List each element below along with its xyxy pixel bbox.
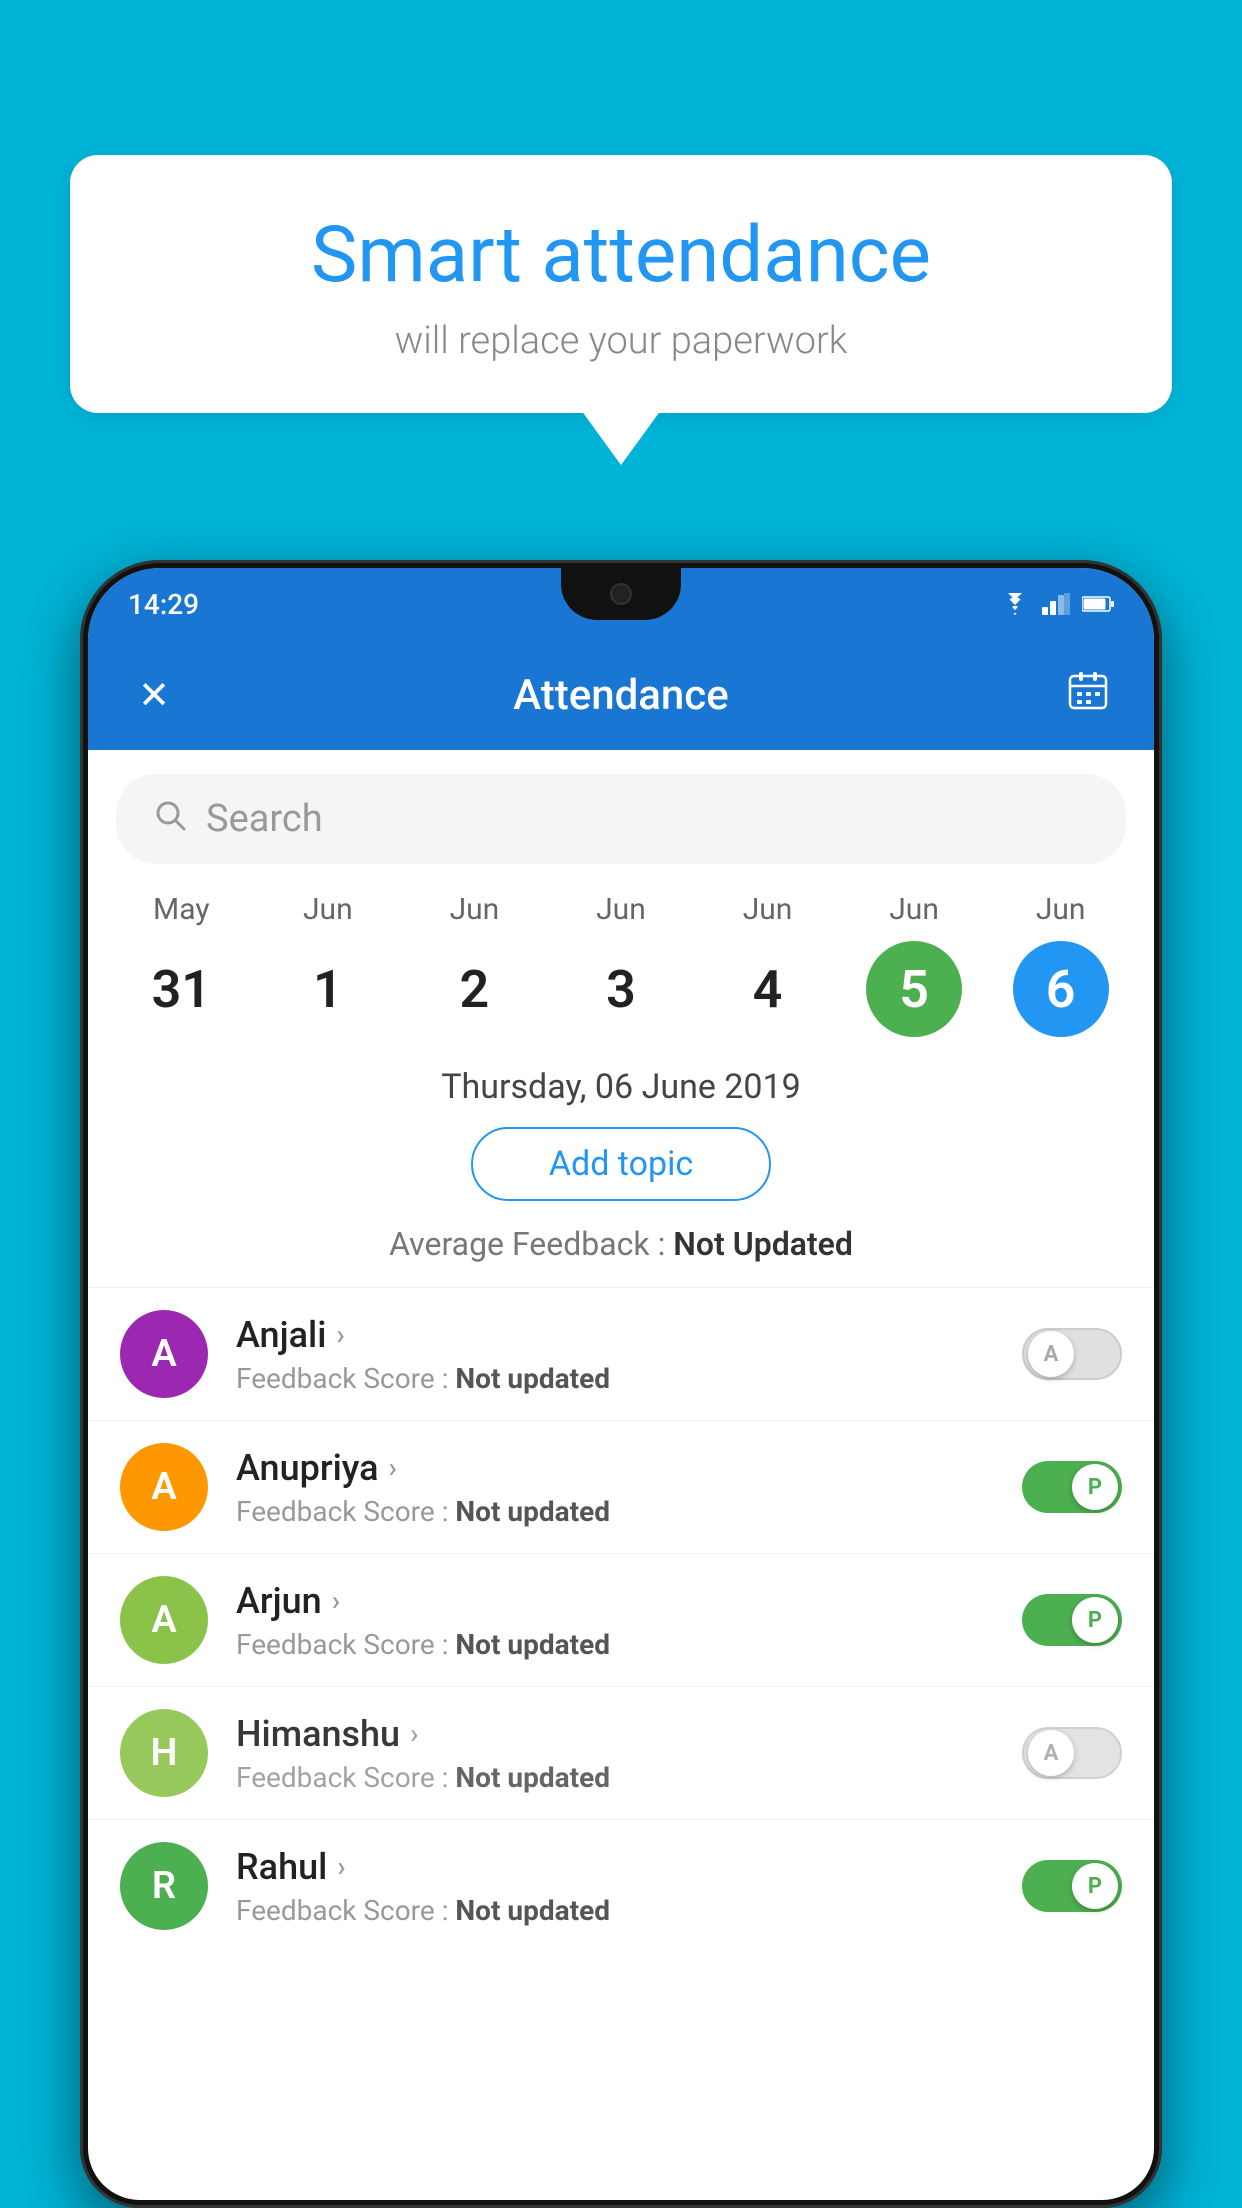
speech-bubble: Smart attendance will replace your paper… — [70, 155, 1172, 413]
student-info: Anjali › Feedback Score : Not updated — [236, 1314, 994, 1395]
date-number: 31 — [133, 941, 229, 1037]
signal-icon — [1042, 593, 1070, 615]
student-name: Rahul › — [236, 1846, 994, 1888]
list-item[interactable]: R Rahul › Feedback Score : Not updated P — [88, 1819, 1154, 1952]
student-info: Himanshu › Feedback Score : Not updated — [236, 1713, 994, 1794]
avg-feedback-value: Not Updated — [673, 1225, 853, 1263]
feedback-score: Feedback Score : Not updated — [236, 1495, 994, 1528]
close-icon[interactable]: ✕ — [124, 673, 184, 718]
status-bar: 14:29 — [88, 568, 1154, 640]
date-month: Jun — [1036, 892, 1086, 927]
toggle-thumb: P — [1072, 1464, 1118, 1510]
app-bar: ✕ Attendance — [88, 640, 1154, 750]
bubble-title: Smart attendance — [130, 210, 1112, 301]
date-month: May — [153, 892, 209, 927]
avg-feedback: Average Feedback : Not Updated — [88, 1225, 1154, 1263]
bubble-subtitle: will replace your paperwork — [130, 319, 1112, 363]
toggle-wrap[interactable]: A — [1022, 1727, 1122, 1779]
search-bar[interactable]: Search — [116, 774, 1126, 864]
date-number: 4 — [720, 941, 816, 1037]
search-icon — [152, 797, 188, 842]
avatar: A — [120, 1443, 208, 1531]
app-bar-title: Attendance — [184, 671, 1058, 720]
toggle-thumb: P — [1072, 1863, 1118, 1909]
date-item[interactable]: Jun 2 — [419, 892, 529, 1037]
toggle-wrap[interactable]: A — [1022, 1328, 1122, 1380]
list-item[interactable]: A Anjali › Feedback Score : Not updated A — [88, 1287, 1154, 1420]
chevron-icon: › — [336, 1318, 344, 1351]
list-item[interactable]: A Arjun › Feedback Score : Not updated P — [88, 1553, 1154, 1686]
student-name: Anjali › — [236, 1314, 994, 1356]
date-month: Jun — [303, 892, 353, 927]
attendance-toggle[interactable]: A — [1022, 1727, 1122, 1779]
student-name: Himanshu › — [236, 1713, 994, 1755]
list-item[interactable]: A Anupriya › Feedback Score : Not updated P — [88, 1420, 1154, 1553]
attendance-toggle[interactable]: A — [1022, 1328, 1122, 1380]
date-strip: May 31 Jun 1 Jun 2 Jun 3 Jun 4 Jun 5 Jun 6 — [88, 864, 1154, 1037]
toggle-wrap[interactable]: P — [1022, 1860, 1122, 1912]
date-item[interactable]: Jun 1 — [273, 892, 383, 1037]
date-number: 6 — [1013, 941, 1109, 1037]
date-number: 5 — [866, 941, 962, 1037]
feedback-score: Feedback Score : Not updated — [236, 1628, 994, 1661]
wifi-icon — [1000, 593, 1030, 615]
toggle-wrap[interactable]: P — [1022, 1461, 1122, 1513]
feedback-score: Feedback Score : Not updated — [236, 1761, 994, 1794]
notch — [561, 568, 681, 620]
date-month: Jun — [743, 892, 793, 927]
attendance-toggle[interactable]: P — [1022, 1594, 1122, 1646]
date-number: 1 — [280, 941, 376, 1037]
selected-date-label: Thursday, 06 June 2019 — [88, 1067, 1154, 1107]
student-name: Anupriya › — [236, 1447, 994, 1489]
avg-feedback-label: Average Feedback : — [389, 1225, 665, 1263]
date-number: 2 — [426, 941, 522, 1037]
battery-icon — [1082, 595, 1114, 613]
chevron-icon: › — [337, 1850, 345, 1883]
student-info: Anupriya › Feedback Score : Not updated — [236, 1447, 994, 1528]
chevron-icon: › — [389, 1451, 397, 1484]
list-item[interactable]: H Himanshu › Feedback Score : Not updated A — [88, 1686, 1154, 1819]
search-placeholder: Search — [206, 797, 323, 841]
toggle-wrap[interactable]: P — [1022, 1594, 1122, 1646]
toggle-thumb: A — [1028, 1331, 1074, 1377]
date-item[interactable]: Jun 4 — [713, 892, 823, 1037]
chevron-icon: › — [410, 1717, 418, 1750]
date-item[interactable]: Jun 6 — [1006, 892, 1116, 1037]
phone-frame: 14:29 — [80, 560, 1162, 2208]
add-topic-button[interactable]: Add topic — [471, 1127, 771, 1201]
status-icons — [1000, 593, 1114, 615]
avatar: R — [120, 1842, 208, 1930]
date-month: Jun — [450, 892, 500, 927]
calendar-icon[interactable] — [1058, 668, 1118, 722]
feedback-score: Feedback Score : Not updated — [236, 1894, 994, 1927]
date-number: 3 — [573, 941, 669, 1037]
toggle-thumb: P — [1072, 1597, 1118, 1643]
avatar: A — [120, 1310, 208, 1398]
student-name: Arjun › — [236, 1580, 994, 1622]
phone-screen: 14:29 — [88, 568, 1154, 2200]
chevron-icon: › — [332, 1584, 340, 1617]
student-info: Arjun › Feedback Score : Not updated — [236, 1580, 994, 1661]
status-time: 14:29 — [128, 588, 199, 621]
student-info: Rahul › Feedback Score : Not updated — [236, 1846, 994, 1927]
toggle-thumb: A — [1028, 1730, 1074, 1776]
attendance-toggle[interactable]: P — [1022, 1461, 1122, 1513]
student-list: AAnjali ›Feedback Score : Not updatedAAA… — [88, 1287, 1154, 1952]
avatar: H — [120, 1709, 208, 1797]
feedback-score: Feedback Score : Not updated — [236, 1362, 994, 1395]
date-item[interactable]: May 31 — [126, 892, 236, 1037]
date-item[interactable]: Jun 3 — [566, 892, 676, 1037]
attendance-toggle[interactable]: P — [1022, 1860, 1122, 1912]
date-item[interactable]: Jun 5 — [859, 892, 969, 1037]
avatar: A — [120, 1576, 208, 1664]
date-month: Jun — [889, 892, 939, 927]
date-month: Jun — [596, 892, 646, 927]
camera — [610, 583, 632, 605]
